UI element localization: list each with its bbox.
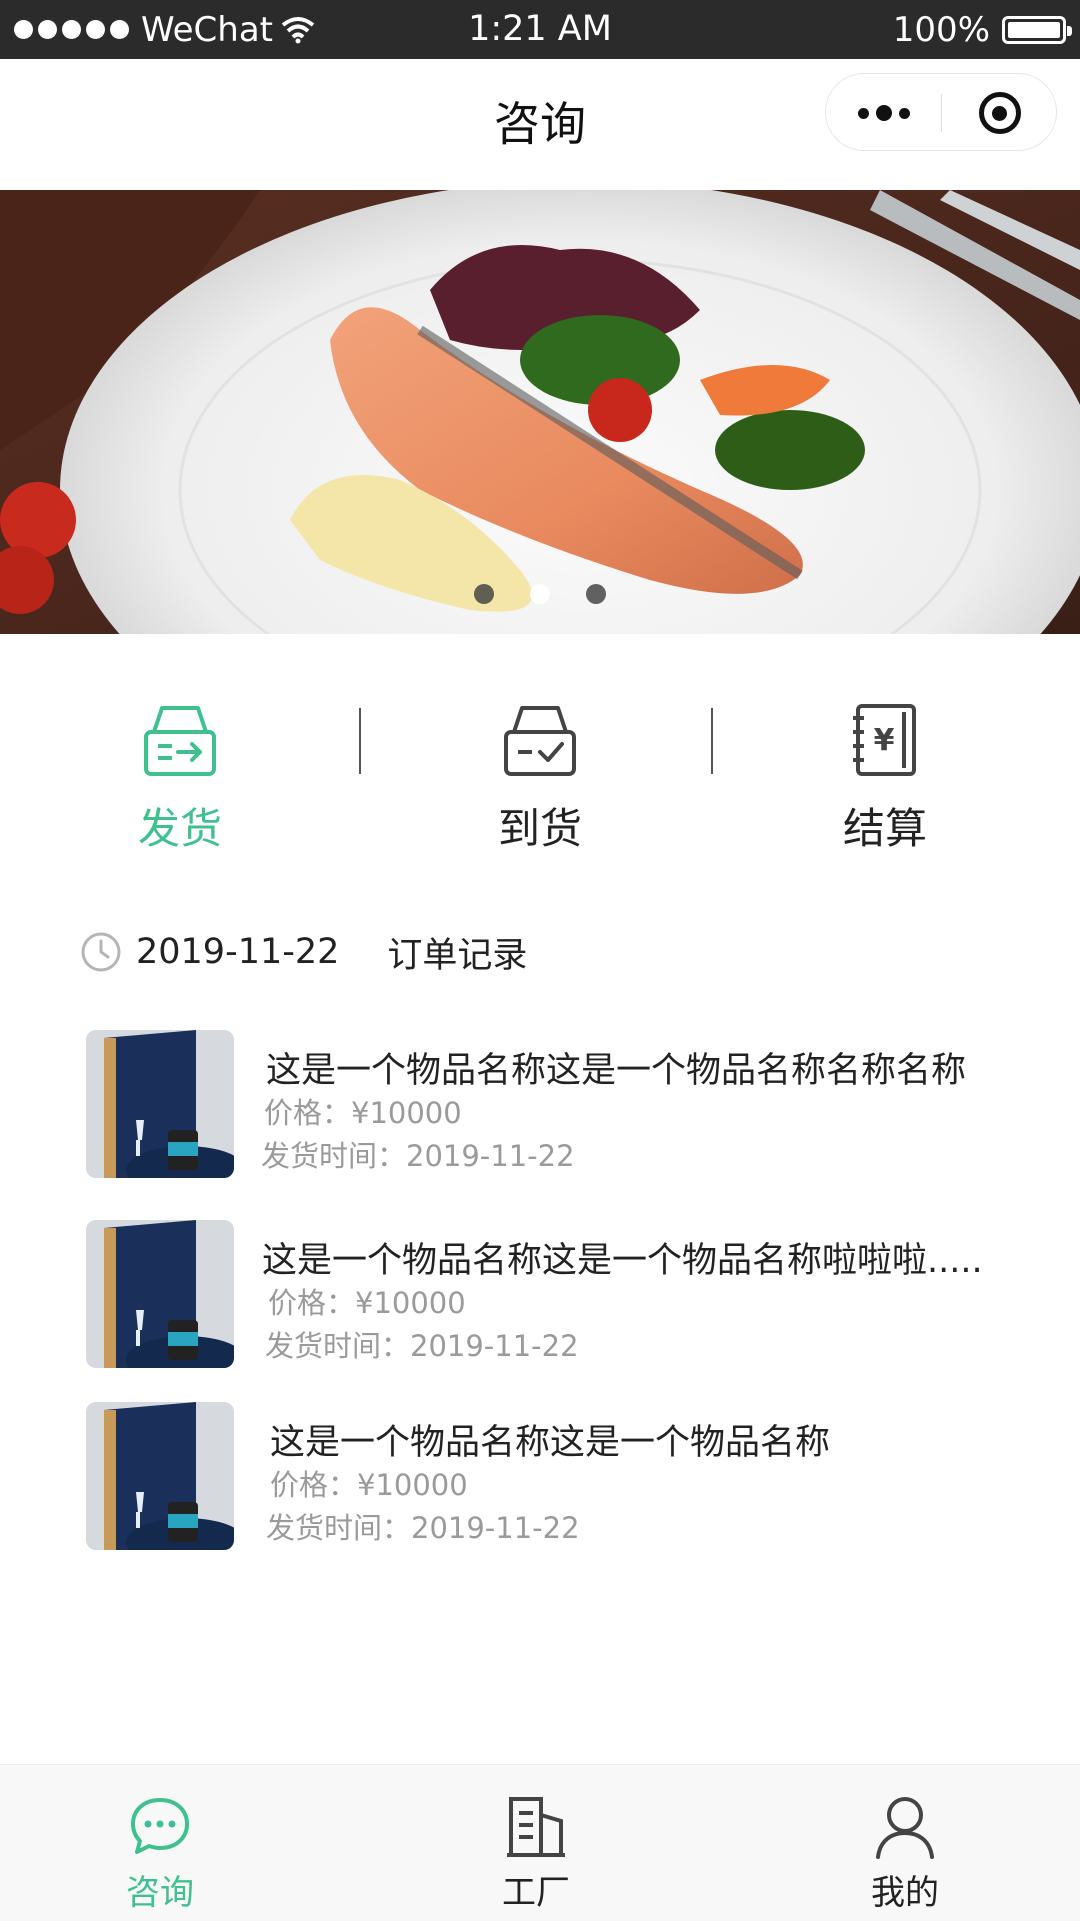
product-thumbnail <box>86 1402 234 1550</box>
pager-dot[interactable] <box>474 584 494 604</box>
building-icon <box>507 1797 565 1857</box>
product-price: 价格：¥10000 <box>268 1286 466 1320</box>
ship-time: 发货时间：2019-11-22 <box>261 1139 575 1173</box>
tab-mine[interactable]: 我的 <box>725 1765 1080 1921</box>
product-name: 这是一个物品名称这是一个物品名称 <box>270 1423 831 1463</box>
more-dot-icon <box>875 105 892 121</box>
action-arrival-label: 到货 <box>497 804 582 853</box>
svg-text:¥: ¥ <box>874 723 895 758</box>
nav-bar: 咨询 <box>0 59 1080 190</box>
battery-icon <box>1002 15 1072 44</box>
action-arrival[interactable]: 到货 <box>360 680 720 880</box>
banner-pager <box>0 584 1080 604</box>
more-menu-button[interactable] <box>826 74 941 152</box>
order-records-title: 订单记录 <box>387 935 528 976</box>
order-item[interactable]: 这是一个物品名称这是一个物品名称名称名称 价格：¥10000 发货时间：2019… <box>86 1030 1046 1180</box>
action-ship[interactable]: 发货 <box>0 680 360 880</box>
ledger-yen-icon: ¥ <box>853 704 916 776</box>
tab-consult-label: 咨询 <box>126 1873 194 1913</box>
arrival-box-icon <box>504 706 576 776</box>
pager-dot-active[interactable] <box>530 584 550 604</box>
product-thumbnail <box>86 1030 234 1178</box>
target-circle-icon <box>978 92 1021 134</box>
order-date[interactable]: 2019-11-22 <box>136 932 339 972</box>
order-item[interactable]: 这是一个物品名称这是一个物品名称啦啦啦..... 价格：¥10000 发货时间：… <box>86 1220 1046 1370</box>
user-icon <box>876 1797 934 1859</box>
mini-program-capsule <box>825 73 1057 151</box>
more-dot-icon <box>857 107 869 119</box>
tab-factory[interactable]: 工厂 <box>356 1765 716 1921</box>
product-name: 这是一个物品名称这是一个物品名称啦啦啦..... <box>262 1241 983 1281</box>
product-thumbnail <box>86 1220 234 1368</box>
order-date-row: 2019-11-22 订单记录 <box>80 930 527 976</box>
close-button[interactable] <box>941 74 1058 152</box>
banner-image <box>0 190 1080 634</box>
action-ship-label: 发货 <box>137 804 222 853</box>
status-bar: WeChat 1:21 AM 100% <box>0 0 1080 59</box>
pager-dot[interactable] <box>586 584 606 604</box>
tab-factory-label: 工厂 <box>502 1873 570 1913</box>
more-dot-icon <box>898 107 910 119</box>
product-price: 价格：¥10000 <box>270 1468 468 1502</box>
ship-time: 发货时间：2019-11-22 <box>265 1329 579 1363</box>
product-price: 价格：¥10000 <box>264 1096 462 1130</box>
status-right: 100% <box>892 0 1072 59</box>
chat-bubble-icon <box>131 1798 189 1854</box>
action-settle-label: 结算 <box>842 804 927 853</box>
banner-carousel[interactable] <box>0 190 1080 634</box>
ship-time: 发货时间：2019-11-22 <box>266 1511 580 1545</box>
ship-box-icon <box>144 706 216 776</box>
battery-percent: 100% <box>892 9 990 50</box>
tab-mine-label: 我的 <box>871 1873 939 1913</box>
order-item[interactable]: 这是一个物品名称这是一个物品名称 价格：¥10000 发货时间：2019-11-… <box>86 1402 1046 1552</box>
tab-bar: 咨询 工厂 我的 <box>0 1764 1080 1921</box>
tab-consult[interactable]: 咨询 <box>0 1765 340 1921</box>
product-name: 这是一个物品名称这是一个物品名称名称名称 <box>266 1051 967 1091</box>
quick-actions: 发货 到货 ¥ 结算 <box>0 680 1080 880</box>
clock-icon <box>81 932 121 972</box>
action-settle[interactable]: ¥ 结算 <box>705 680 1065 880</box>
